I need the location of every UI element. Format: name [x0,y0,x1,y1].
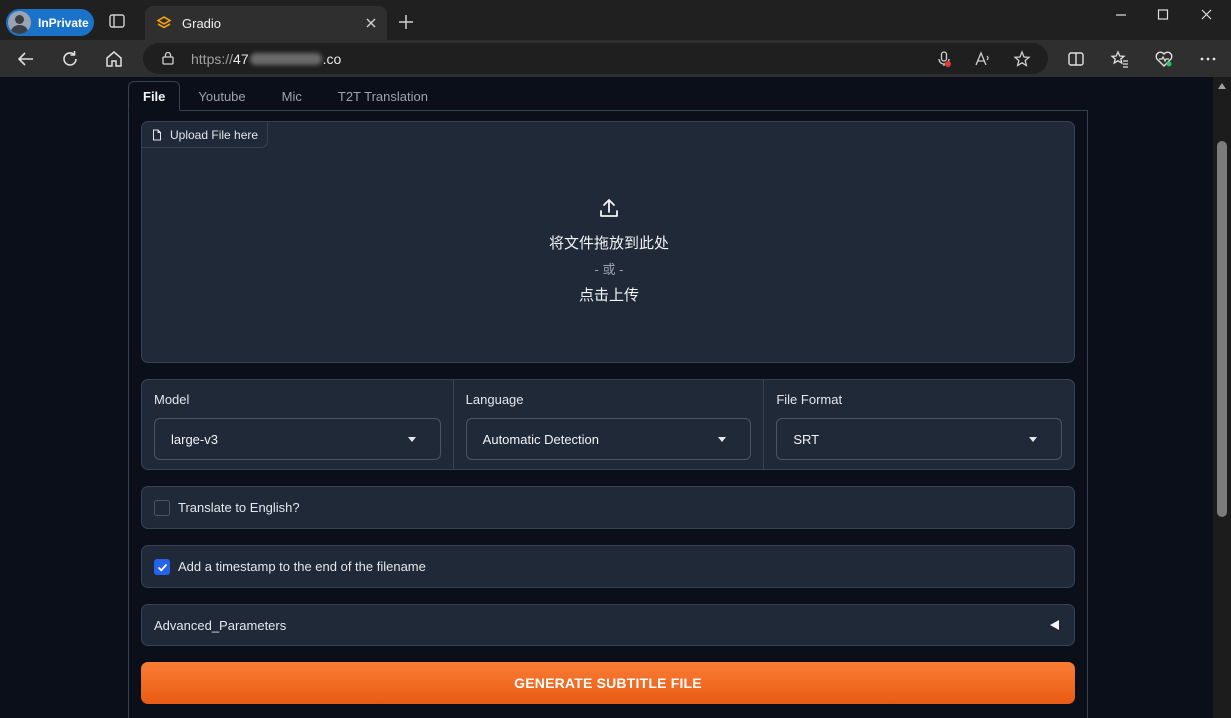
tab-mic[interactable]: Mic [264,81,320,111]
minimize-icon[interactable] [1109,6,1133,24]
tab-youtube[interactable]: Youtube [180,81,263,111]
file-format-group: File Format SRT [763,380,1074,469]
microphone-blocked-icon[interactable] [935,50,953,68]
close-tab-icon[interactable] [363,15,379,31]
language-label: Language [465,392,524,407]
profile-avatar-icon [8,11,31,34]
url-host-end: .co [322,51,342,67]
or-text: - 或 - [594,262,624,277]
model-group: Model large-v3 [142,380,453,469]
language-group: Language Automatic Detection [452,380,764,469]
timestamp-checkbox[interactable] [154,558,170,575]
translate-checkbox[interactable] [154,499,170,516]
upload-label-text: Upload File here [170,127,259,142]
timestamp-option: Add a timestamp to the end of the filena… [141,545,1075,588]
advanced-parameters-accordion[interactable]: Advanced_Parameters [141,604,1075,646]
favorites-icon[interactable] [1109,48,1131,70]
click-upload-text: 点击上传 [578,287,639,304]
url-redacted [249,53,322,65]
advanced-parameters-label: Advanced_Parameters [154,617,287,633]
address-bar[interactable]: https://47 .co [143,43,1048,74]
translate-option: Translate to English? [141,486,1075,529]
drop-text: 将文件拖放到此处 [548,235,669,252]
inprivate-label: InPrivate [38,15,89,30]
favorite-star-icon[interactable] [1013,50,1031,68]
upload-icon [600,199,618,217]
file-format-dropdown[interactable]: SRT [776,418,1063,460]
tab-file[interactable]: File [128,81,181,111]
browser-tab-title: Gradio [182,15,222,31]
back-icon[interactable] [15,48,37,70]
scrollbar-thumb[interactable] [1217,141,1227,517]
lock-icon[interactable] [160,50,176,66]
url-text: https://47 .co [191,51,341,67]
new-tab-icon[interactable] [397,13,415,31]
app-tabs: File Youtube Mic T2T Translation [128,81,446,111]
language-dropdown[interactable]: Automatic Detection [465,418,752,460]
model-dropdown[interactable]: large-v3 [154,418,441,460]
tab-t2t-translation[interactable]: T2T Translation [320,81,446,111]
page-scrollbar[interactable] [1213,77,1231,718]
file-format-label: File Format [776,392,843,407]
options-row: Model large-v3 Language Automatic Detect… [141,379,1075,470]
scroll-up-icon[interactable] [1218,83,1226,89]
refresh-icon[interactable] [59,48,81,70]
more-menu-icon[interactable] [1197,48,1219,70]
upload-label: Upload File here [142,122,269,148]
url-scheme: https:// [191,51,234,67]
tab-actions-icon[interactable] [108,12,126,30]
translate-label[interactable]: Translate to English? [178,500,300,515]
file-icon [153,129,161,140]
model-label: Model [154,392,190,407]
file-upload-dropzone[interactable]: Upload File here 将文件拖放到此处 - 或 - 点击上传 [141,121,1075,363]
gradio-favicon-icon [156,16,172,29]
browser-tab-gradio[interactable]: Gradio [145,6,387,40]
checkmark-icon [157,563,168,572]
collapse-triangle-icon [1050,620,1059,630]
chevron-down-icon [1029,437,1038,442]
home-icon[interactable] [103,48,125,70]
inprivate-badge[interactable]: InPrivate [6,9,94,36]
split-screen-icon[interactable] [1065,48,1087,70]
browser-essentials-icon[interactable] [1153,48,1175,70]
url-host-start: 47 [233,51,249,67]
page-viewport: File Youtube Mic T2T Translation Upload … [0,77,1213,718]
browser-titlebar: InPrivate Gradio [0,0,1231,40]
chevron-down-icon [718,437,727,442]
close-window-icon[interactable] [1195,6,1219,24]
upload-prompt: 将文件拖放到此处 - 或 - 点击上传 [142,196,1076,305]
language-value: Automatic Detection [482,431,600,447]
browser-toolbar: https://47 .co [0,40,1231,77]
generate-subtitle-button[interactable]: GENERATE SUBTITLE FILE [141,662,1075,704]
read-aloud-icon[interactable] [974,50,992,68]
chevron-down-icon [407,437,416,442]
model-value: large-v3 [171,431,218,447]
file-format-value: SRT [793,431,820,447]
timestamp-label[interactable]: Add a timestamp to the end of the filena… [178,559,426,574]
maximize-icon[interactable] [1151,6,1175,24]
